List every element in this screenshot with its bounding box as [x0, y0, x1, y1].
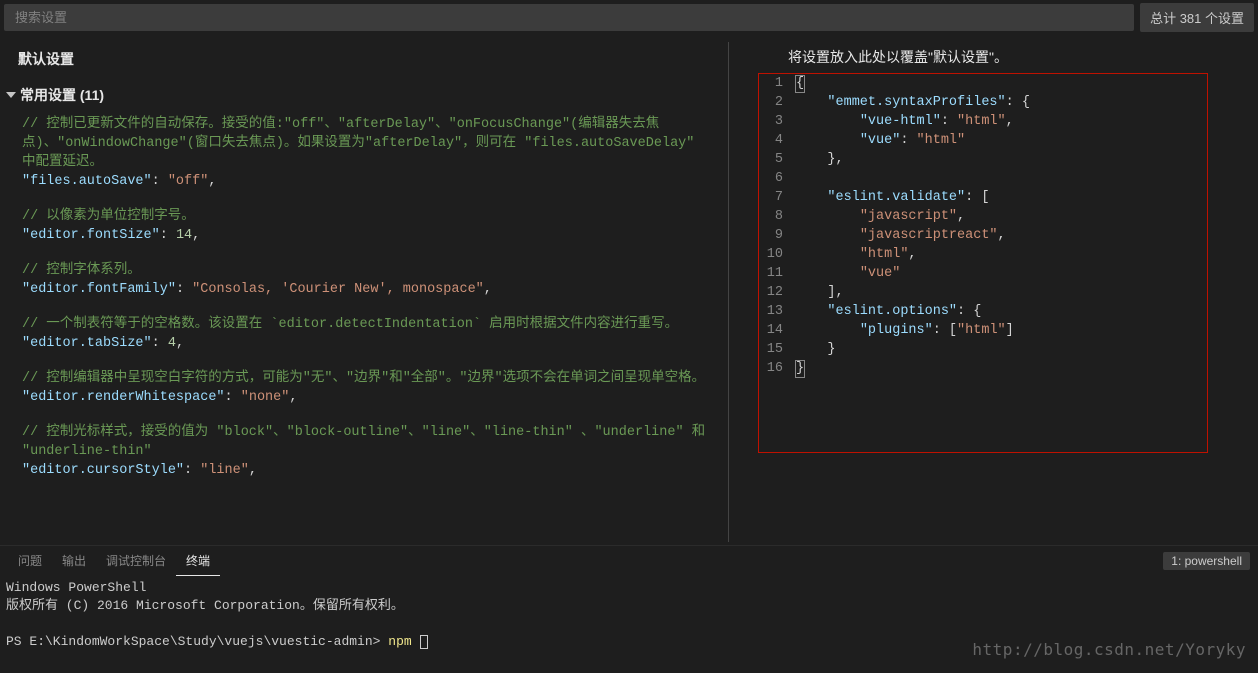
- line-number: 11: [759, 264, 783, 283]
- setting-group[interactable]: // 一个制表符等于的空格数。该设置在 `editor.detectIndent…: [22, 315, 706, 353]
- user-settings-pane[interactable]: 将设置放入此处以覆盖"默认设置"。 1234567891011121314151…: [728, 35, 1258, 545]
- setting-group[interactable]: // 控制编辑器中呈现空白字符的方式，可能为"无"、"边界"和"全部"。"边界"…: [22, 369, 706, 407]
- setting-keyvalue[interactable]: "editor.cursorStyle": "line",: [22, 461, 706, 480]
- setting-comment: // 一个制表符等于的空格数。该设置在 `editor.detectIndent…: [22, 315, 706, 334]
- line-number: 1: [759, 74, 783, 93]
- setting-keyvalue[interactable]: "editor.tabSize": 4,: [22, 334, 706, 353]
- code-line[interactable]: "eslint.validate": [: [795, 188, 1203, 207]
- code-line[interactable]: "vue": "html": [795, 131, 1203, 150]
- default-settings-pane[interactable]: 默认设置 常用设置 (11) // 控制已更新文件的自动保存。接受的值:"off…: [0, 35, 728, 545]
- tab-debug-console[interactable]: 调试控制台: [96, 546, 176, 575]
- setting-comment: // 控制光标样式，接受的值为 "block"、"block-outline"、…: [22, 423, 706, 461]
- line-number: 16: [759, 359, 783, 378]
- code-line[interactable]: "plugins": ["html"]: [795, 321, 1203, 340]
- setting-keyvalue[interactable]: "editor.renderWhitespace": "none",: [22, 388, 706, 407]
- code-line[interactable]: "javascriptreact",: [795, 226, 1203, 245]
- setting-group[interactable]: // 控制已更新文件的自动保存。接受的值:"off"、"afterDelay"、…: [22, 115, 706, 191]
- code-line[interactable]: [795, 169, 1203, 188]
- code-line[interactable]: "vue": [795, 264, 1203, 283]
- common-settings-header[interactable]: 常用设置 (11): [0, 75, 728, 115]
- default-settings-title: 默认设置: [0, 43, 728, 75]
- panel-tabs: 问题 输出 调试控制台 终端 1: powershell: [0, 545, 1258, 575]
- code-line[interactable]: "html",: [795, 245, 1203, 264]
- line-number: 12: [759, 283, 783, 302]
- setting-group[interactable]: // 控制光标样式，接受的值为 "block"、"block-outline"、…: [22, 423, 706, 480]
- setting-group[interactable]: // 以像素为单位控制字号。"editor.fontSize": 14,: [22, 207, 706, 245]
- terminal-cursor: [420, 635, 428, 649]
- terminal-line: 版权所有 (C) 2016 Microsoft Corporation。保留所有…: [6, 597, 1252, 615]
- settings-search-bar: 总计 381 个设置: [0, 0, 1258, 35]
- user-settings-hint: 将设置放入此处以覆盖"默认设置"。: [728, 41, 1258, 73]
- terminal-selector[interactable]: 1: powershell: [1163, 552, 1250, 570]
- line-number: 10: [759, 245, 783, 264]
- watermark-text: http://blog.csdn.net/Yoryky: [972, 640, 1246, 659]
- user-settings-editor[interactable]: 12345678910111213141516 { "emmet.syntaxP…: [758, 73, 1208, 453]
- code-line[interactable]: },: [795, 150, 1203, 169]
- code-area[interactable]: { "emmet.syntaxProfiles": { "vue-html": …: [791, 74, 1207, 452]
- code-line[interactable]: }: [795, 340, 1203, 359]
- collapse-icon: [6, 92, 16, 98]
- setting-comment: // 控制编辑器中呈现空白字符的方式，可能为"无"、"边界"和"全部"。"边界"…: [22, 369, 706, 388]
- tab-terminal[interactable]: 终端: [176, 546, 220, 576]
- setting-comment: // 控制已更新文件的自动保存。接受的值:"off"、"afterDelay"、…: [22, 115, 706, 172]
- line-number: 5: [759, 150, 783, 169]
- code-line[interactable]: }: [795, 359, 1203, 378]
- terminal-command: npm: [388, 634, 411, 649]
- settings-count-badge: 总计 381 个设置: [1140, 3, 1254, 32]
- line-number: 3: [759, 112, 783, 131]
- tab-problems[interactable]: 问题: [8, 546, 52, 575]
- tab-output[interactable]: 输出: [52, 546, 96, 575]
- line-number: 14: [759, 321, 783, 340]
- code-line[interactable]: {: [795, 74, 1203, 93]
- terminal-line: Windows PowerShell: [6, 579, 1252, 597]
- settings-list[interactable]: // 控制已更新文件的自动保存。接受的值:"off"、"afterDelay"、…: [0, 115, 728, 480]
- terminal-prompt: PS E:\KindomWorkSpace\Study\vuejs\vuesti…: [6, 634, 380, 649]
- search-input[interactable]: [4, 4, 1134, 31]
- settings-split-view: 默认设置 常用设置 (11) // 控制已更新文件的自动保存。接受的值:"off…: [0, 35, 1258, 545]
- line-number: 7: [759, 188, 783, 207]
- line-number: 13: [759, 302, 783, 321]
- setting-group[interactable]: // 控制字体系列。"editor.fontFamily": "Consolas…: [22, 261, 706, 299]
- line-number: 4: [759, 131, 783, 150]
- code-line[interactable]: "javascript",: [795, 207, 1203, 226]
- code-line[interactable]: ],: [795, 283, 1203, 302]
- setting-keyvalue[interactable]: "editor.fontFamily": "Consolas, 'Courier…: [22, 280, 706, 299]
- code-line[interactable]: "eslint.options": {: [795, 302, 1203, 321]
- line-numbers-gutter: 12345678910111213141516: [759, 74, 791, 452]
- section-label: 常用设置 (11): [20, 85, 104, 105]
- line-number: 6: [759, 169, 783, 188]
- line-number: 2: [759, 93, 783, 112]
- line-number: 15: [759, 340, 783, 359]
- terminal-line: [6, 615, 1252, 633]
- setting-comment: // 以像素为单位控制字号。: [22, 207, 706, 226]
- code-line[interactable]: "emmet.syntaxProfiles": {: [795, 93, 1203, 112]
- setting-comment: // 控制字体系列。: [22, 261, 706, 280]
- setting-keyvalue[interactable]: "editor.fontSize": 14,: [22, 226, 706, 245]
- code-line[interactable]: "vue-html": "html",: [795, 112, 1203, 131]
- setting-keyvalue[interactable]: "files.autoSave": "off",: [22, 172, 706, 191]
- line-number: 9: [759, 226, 783, 245]
- line-number: 8: [759, 207, 783, 226]
